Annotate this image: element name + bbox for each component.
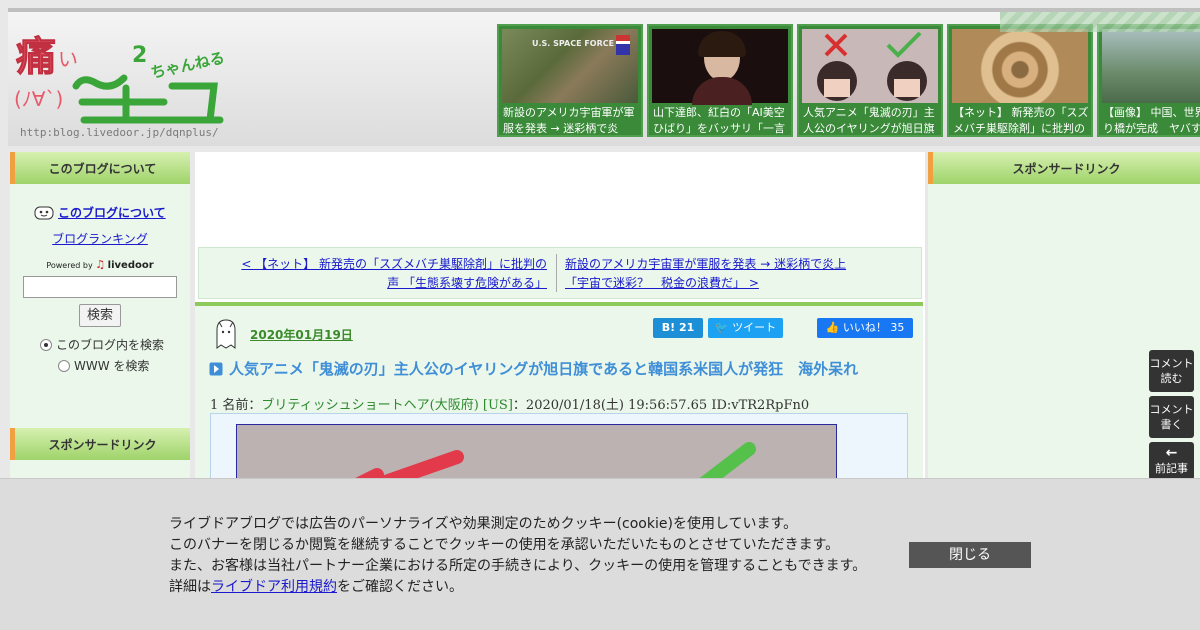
mascot-icon	[216, 319, 236, 349]
cookie-text: ライブドアブログでは広告のパーソナライズや効果測定のためクッキー(cookie)…	[169, 516, 867, 595]
thumb-image	[952, 29, 1088, 103]
post-icon	[209, 362, 223, 375]
powered-by-livedoor[interactable]: Powered by ♫ livedoor	[10, 258, 190, 271]
blog-search-input[interactable]	[23, 276, 177, 298]
radio-search-www[interactable]: WWW を検索	[58, 357, 149, 374]
svg-text:痛: 痛	[16, 34, 56, 80]
tweet-button[interactable]: 🐦 ツイート	[708, 318, 783, 338]
site-logo[interactable]: 痛 い (ﾉ∀`) ちゃんねる 2 http:blog.livedoor.jp/…	[14, 26, 234, 140]
livedoor-icon: ♫	[95, 258, 106, 271]
thumb-image	[802, 29, 938, 103]
cookie-close-button[interactable]: 閉じる	[909, 542, 1031, 568]
svg-text:2: 2	[132, 43, 147, 68]
thumbs-up-icon: 👍	[825, 321, 840, 334]
face-icon	[34, 206, 54, 219]
terms-link[interactable]: ライブドア利用規約	[211, 579, 337, 595]
thumb-caption: 山下達郎、紅白の「AI美空ひばり」をバッサリ「一言	[653, 106, 785, 135]
next-article-link[interactable]: 新設のアメリカ宇宙軍が軍服を発表 → 迷彩柄で炎上 「宇宙で迷彩？ 税金の浪費だ…	[565, 255, 905, 293]
sidebar-heading-sponsor: スポンサードリンク	[10, 428, 190, 460]
sidebar-heading-about: このブログについて	[10, 152, 190, 184]
nav-divider	[556, 254, 557, 292]
post-header: 1 名前：ブリティッシュショートヘア(大阪府) [US]：2020/01/18(…	[210, 398, 810, 413]
prev-article-button[interactable]: ← 前記事	[1149, 442, 1194, 480]
svg-text:(ﾉ∀`): (ﾉ∀`)	[14, 87, 63, 111]
thumb-article-2[interactable]: 山下達郎、紅白の「AI美空ひばり」をバッサリ「一言	[647, 24, 793, 137]
article-title-row: 人気アニメ「鬼滅の刃」主人公のイヤリングが旭日旗であると韓国系米国人が発狂 海外…	[209, 358, 858, 379]
thumb-article-5[interactable]: 【画像】 中国、世界一の吊り橋が完成 ヤバすぎ	[1097, 24, 1200, 137]
article-date[interactable]: 2020年01月19日	[250, 326, 353, 343]
radio-icon[interactable]	[40, 338, 52, 351]
poster-name: ブリティッシュショートヘア(大阪府) [US]	[261, 398, 513, 413]
radio-icon[interactable]	[58, 359, 70, 372]
cookie-banner: ライブドアブログでは広告のパーソナライズや効果測定のためクッキー(cookie)…	[0, 478, 1200, 630]
read-comments-button[interactable]: コメント読む	[1149, 350, 1194, 392]
site-header: 痛 い (ﾉ∀`) ちゃんねる 2 http:blog.livedoor.jp/…	[8, 8, 1200, 146]
thumb-caption: 人気アニメ「鬼滅の刃」主人公のイヤリングが旭日旗	[803, 106, 935, 135]
sidebar-heading-sponsor-right: スポンサードリンク	[928, 152, 1200, 184]
article-title: 人気アニメ「鬼滅の刃」主人公のイヤリングが旭日旗であると韓国系米国人が発狂 海外…	[229, 360, 859, 378]
arrow-left-icon: ←	[1165, 445, 1178, 461]
about-row: このブログについて	[34, 204, 166, 221]
hatena-bookmark-button[interactable]: B! 21	[653, 318, 703, 338]
prev-article-link[interactable]: < 【ネット】 新発売の「スズメバチ巣駆除剤」に批判の 声 「生態系壊す危険があ…	[209, 255, 547, 293]
thumb-caption: 新設のアメリカ宇宙軍が軍服を発表 → 迷彩柄で炎	[503, 106, 635, 135]
article-navigation: < 【ネット】 新発売の「スズメバチ巣駆除剤」に批判の 声 「生態系壊す危険があ…	[198, 247, 922, 299]
svg-text:い: い	[58, 47, 78, 71]
thumb-article-1[interactable]: U.S. SPACE FORCE 新設のアメリカ宇宙軍が軍服を発表 → 迷彩柄で…	[497, 24, 643, 137]
thumb-article-3[interactable]: 人気アニメ「鬼滅の刃」主人公のイヤリングが旭日旗	[797, 24, 943, 137]
search-button[interactable]: 検索	[79, 304, 121, 327]
write-comment-button[interactable]: コメント書く	[1149, 396, 1194, 438]
thumb-article-4[interactable]: 【ネット】 新発売の「スズメバチ巣駆除剤」に批判の	[947, 24, 1093, 137]
twitter-icon: 🐦	[714, 321, 729, 334]
blog-ranking-link[interactable]: ブログランキング	[52, 232, 148, 246]
thumb-image: U.S. SPACE FORCE	[502, 29, 638, 103]
logo-graphic: 痛 い (ﾉ∀`) ちゃんねる 2	[14, 34, 226, 124]
about-blog-link[interactable]: このブログについて	[58, 204, 166, 221]
thumb-caption: 【画像】 中国、世界一の吊り橋が完成 ヤバすぎ	[1103, 106, 1200, 135]
svg-text:ちゃんねる: ちゃんねる	[149, 49, 226, 82]
facebook-like-button[interactable]: 👍 いいね！ 35	[817, 318, 913, 338]
thumb-image	[652, 29, 788, 105]
thumb-image	[1102, 29, 1200, 103]
logo-url: http:blog.livedoor.jp/dqnplus/	[20, 126, 219, 139]
thumb-caption: 【ネット】 新発売の「スズメバチ巣駆除剤」に批判の	[953, 106, 1089, 135]
ranking-row: ブログランキング	[10, 230, 190, 247]
radio-search-blog[interactable]: このブログ内を検索	[40, 336, 164, 353]
